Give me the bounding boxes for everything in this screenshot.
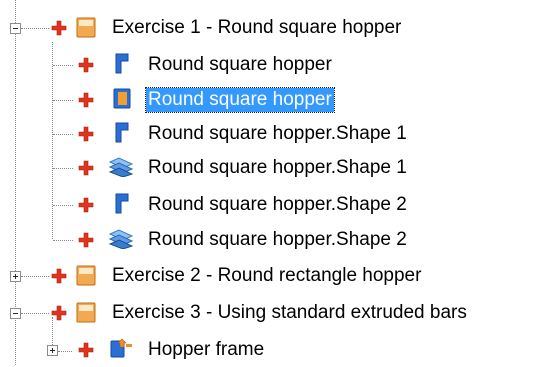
exercise-icon: [76, 302, 96, 323]
add-plus-icon: [51, 305, 67, 321]
tree-item-sheet-shape[interactable]: Round square hopper.Shape 1: [0, 151, 542, 185]
tree-item-label: Round square hopper.Shape 2: [148, 194, 407, 215]
assembly-icon: [110, 338, 132, 358]
project-tree: Exercise 1 - Round square hopper Round s…: [0, 0, 542, 365]
exercise-icon: [76, 265, 96, 286]
tree-item-part-shape-2[interactable]: Round square hopper.Shape 2: [0, 188, 542, 222]
tree-item-label: Round square hopper: [148, 54, 332, 75]
tree-item-label: Exercise 3 - Using standard extruded bar…: [112, 302, 467, 323]
tree-item-exercise-1[interactable]: Exercise 1 - Round square hopper: [0, 11, 542, 45]
tree-item-label: Round square hopper.Shape 1: [148, 123, 407, 144]
exercise-icon: [76, 17, 96, 38]
add-plus-icon: [78, 57, 94, 73]
sheet-icon: [108, 157, 134, 177]
add-plus-icon: [78, 126, 94, 142]
add-plus-icon: [78, 160, 94, 176]
tree-item-part-selected[interactable]: Round square hopper: [0, 83, 542, 117]
collapse-toggle[interactable]: [10, 308, 21, 319]
add-plus-icon: [78, 197, 94, 213]
part-icon: [115, 122, 129, 143]
tree-item-label: Round square hopper: [145, 87, 335, 113]
tree-item-label: Hopper frame: [148, 339, 265, 360]
tree-item-label: Exercise 1 - Round square hopper: [112, 17, 402, 38]
tree-item-label: Round square hopper.Shape 2: [148, 229, 407, 250]
tree-item-part[interactable]: Round square hopper: [0, 48, 542, 82]
part-icon: [115, 53, 129, 74]
expand-toggle[interactable]: [47, 345, 58, 356]
tree-item-label: Round square hopper.Shape 1: [148, 157, 407, 178]
add-plus-icon: [78, 342, 94, 358]
tree-item-hopper-frame[interactable]: Hopper frame: [0, 333, 542, 367]
add-plus-icon: [78, 92, 94, 108]
part-icon: [115, 193, 129, 214]
add-plus-icon: [51, 268, 67, 284]
collapse-toggle[interactable]: [10, 23, 21, 34]
expand-toggle[interactable]: [10, 271, 21, 282]
add-plus-icon: [78, 232, 94, 248]
tree-item-sheet-shape-2[interactable]: Round square hopper.Shape 2: [0, 223, 542, 257]
part-open-icon: [113, 88, 131, 109]
tree-item-label: Exercise 2 - Round rectangle hopper: [112, 265, 422, 286]
sheet-icon: [108, 229, 134, 249]
tree-item-exercise-2[interactable]: Exercise 2 - Round rectangle hopper: [0, 259, 542, 293]
tree-item-exercise-3[interactable]: Exercise 3 - Using standard extruded bar…: [0, 296, 542, 330]
add-plus-icon: [51, 20, 67, 36]
tree-item-part-shape[interactable]: Round square hopper.Shape 1: [0, 117, 542, 151]
